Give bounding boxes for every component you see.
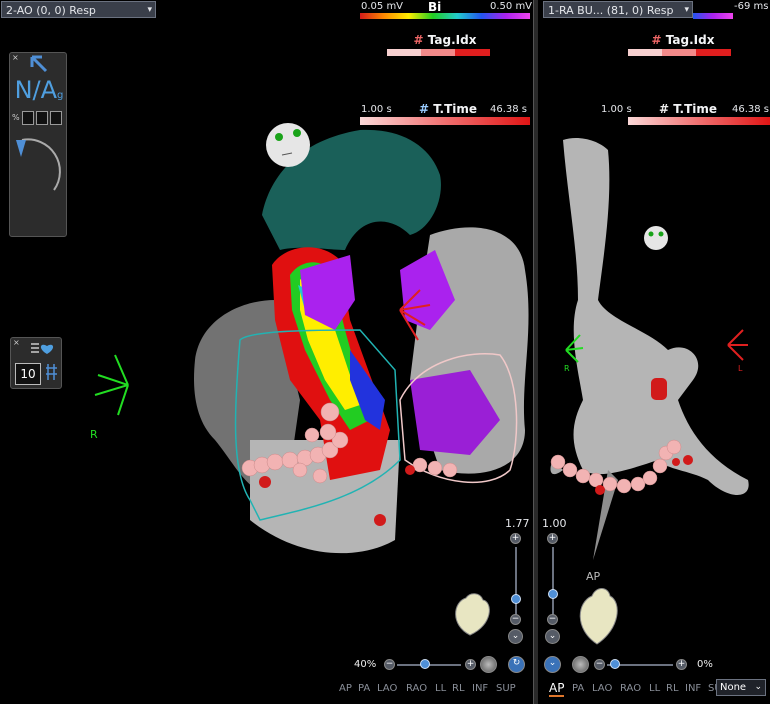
chevron-down-icon: ⌄ — [754, 682, 762, 692]
collapse-button[interactable]: ⌄ — [545, 629, 560, 644]
vertical-slider-knob[interactable] — [548, 589, 558, 599]
zoom-minus-button[interactable]: − — [384, 659, 395, 670]
view-lao-button[interactable]: LAO — [377, 683, 397, 694]
axis-label-r: R — [90, 428, 98, 441]
view-sup-button[interactable]: SUP — [496, 683, 516, 694]
collapse-button[interactable]: ⌄ — [508, 629, 523, 644]
view-ap-button[interactable]: AP — [549, 681, 565, 697]
axis-indicator-green — [94, 354, 129, 416]
zoom-plus-button[interactable]: + — [676, 659, 687, 670]
view-rl-button[interactable]: RL — [452, 683, 465, 694]
slider-minus-button[interactable]: − — [547, 614, 558, 625]
rotate-view-button[interactable]: ↻ — [508, 656, 525, 673]
vertical-slider-track[interactable] — [515, 547, 517, 615]
left-map-view[interactable]: 2-AO (0, 0) Resp ▾ 0.05 mV Bi 0.50 mV # … — [0, 0, 533, 704]
axis-label-r: R — [564, 364, 570, 373]
view-inf-button[interactable]: INF — [472, 683, 488, 694]
view-inf-button[interactable]: INF — [685, 683, 701, 694]
zoom-plus-button[interactable]: + — [465, 659, 476, 670]
zoom-slider-knob[interactable] — [610, 659, 620, 669]
vertical-slider-track[interactable] — [552, 547, 554, 615]
slider-plus-button[interactable]: + — [547, 533, 558, 544]
slider-top-value: 1.77 — [505, 517, 530, 530]
slider-plus-button[interactable]: + — [510, 533, 521, 544]
view-ll-button[interactable]: LL — [649, 683, 660, 694]
slider-top-value: 1.00 — [542, 517, 567, 530]
vertical-slider-knob[interactable] — [511, 594, 521, 604]
axis-indicator-red — [727, 329, 748, 361]
heart-orientation-icon — [455, 593, 490, 636]
view-ap-button[interactable]: AP — [339, 683, 352, 694]
view-rao-button[interactable]: RAO — [620, 683, 641, 694]
orientation-label: AP — [586, 570, 601, 583]
zoom-value: 40% — [354, 659, 377, 670]
view-select-value: None — [720, 682, 747, 693]
view-ll-button[interactable]: LL — [435, 683, 446, 694]
view-select-dropdown[interactable]: None ⌄ — [716, 679, 766, 696]
view-pa-button[interactable]: PA — [358, 683, 370, 694]
axis-label-l: L — [738, 364, 743, 373]
zoom-value: 0% — [697, 659, 713, 670]
rotate-view-button[interactable]: ⌄ — [544, 656, 561, 673]
sphere-view-button[interactable] — [480, 656, 497, 673]
view-pa-button[interactable]: PA — [572, 683, 584, 694]
right-map-view[interactable]: 1-RA BU... (81, 0) Resp ▾ -69 ms # Tag.I… — [538, 0, 770, 704]
view-rao-button[interactable]: RAO — [406, 683, 427, 694]
slider-minus-button[interactable]: − — [510, 614, 521, 625]
view-rl-button[interactable]: RL — [666, 683, 679, 694]
zoom-slider-knob[interactable] — [420, 659, 430, 669]
heart-orientation-icon — [579, 588, 618, 645]
zoom-minus-button[interactable]: − — [594, 659, 605, 670]
sphere-view-button[interactable] — [572, 656, 589, 673]
view-lao-button[interactable]: LAO — [592, 683, 612, 694]
